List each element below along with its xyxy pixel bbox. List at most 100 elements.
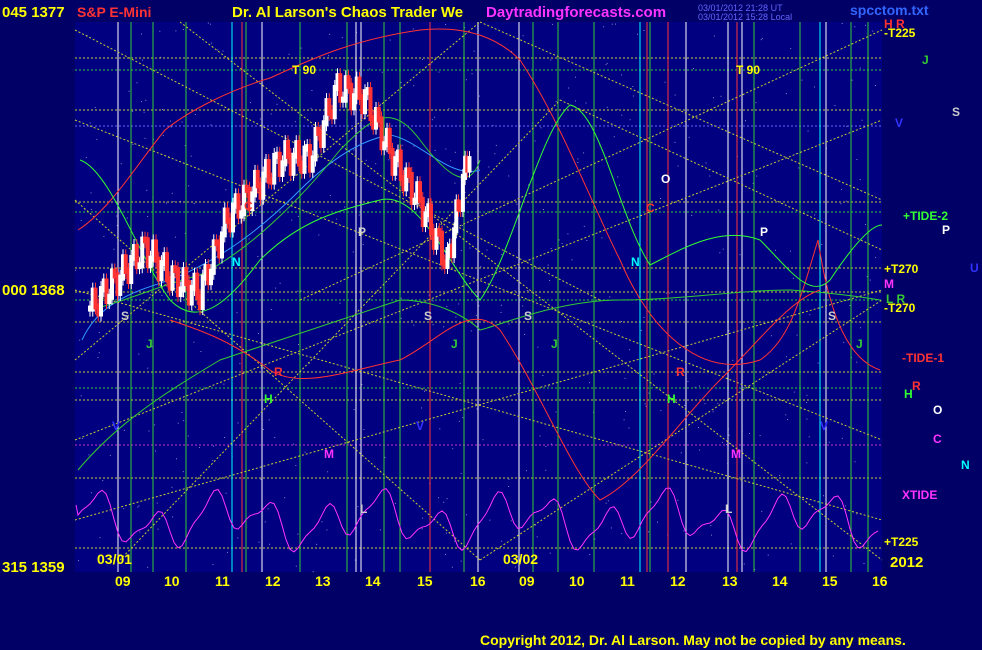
star-dot	[628, 427, 630, 429]
star-dot	[161, 295, 163, 297]
plot-label: C	[244, 199, 253, 213]
star-dot	[683, 530, 685, 532]
star-dot	[264, 521, 266, 523]
right-label: N	[961, 458, 970, 472]
star-dot	[80, 219, 82, 221]
x-tick-label: 10	[164, 573, 180, 589]
plot-label: M	[324, 447, 334, 461]
star-dot	[312, 571, 314, 573]
star-dot	[123, 429, 125, 431]
star-dot	[555, 100, 557, 102]
star-dot	[821, 243, 823, 245]
star-dot	[424, 390, 426, 392]
star-dot	[666, 292, 668, 294]
star-dot	[146, 189, 148, 191]
star-dot	[80, 395, 82, 397]
star-dot	[632, 86, 634, 88]
star-dot	[400, 317, 402, 319]
star-dot	[162, 134, 164, 136]
star-dot	[194, 114, 196, 116]
star-dot	[494, 153, 496, 155]
plot-label: R	[676, 365, 685, 379]
star-dot	[344, 206, 346, 208]
star-dot	[589, 554, 591, 556]
star-dot	[188, 185, 190, 187]
star-dot	[869, 279, 871, 281]
star-dot	[144, 137, 146, 139]
star-dot	[352, 251, 354, 253]
star-dot	[362, 244, 364, 246]
star-dot	[849, 304, 851, 306]
star-dot	[571, 259, 573, 261]
star-dot	[648, 392, 650, 394]
star-dot	[363, 428, 365, 430]
star-dot	[814, 214, 816, 216]
star-dot	[411, 319, 413, 321]
star-dot	[97, 356, 99, 358]
star-dot	[237, 537, 239, 539]
star-dot	[720, 95, 722, 97]
star-dot	[792, 277, 794, 279]
star-dot	[148, 430, 150, 432]
star-dot	[137, 506, 139, 508]
star-dot	[806, 418, 808, 420]
right-label: V	[895, 116, 903, 130]
star-dot	[501, 253, 503, 255]
star-dot	[173, 201, 175, 203]
star-dot	[718, 209, 720, 211]
plot-label: J	[856, 337, 863, 351]
star-dot	[445, 148, 447, 150]
star-dot	[478, 305, 480, 307]
star-dot	[761, 37, 763, 39]
star-dot	[854, 26, 856, 28]
star-dot	[752, 182, 754, 184]
star-dot	[369, 68, 371, 70]
star-dot	[841, 188, 843, 190]
star-dot	[874, 85, 876, 87]
star-dot	[413, 145, 415, 147]
star-dot	[558, 239, 560, 241]
star-dot	[90, 492, 92, 494]
star-dot	[226, 551, 228, 553]
plot-label: V	[416, 419, 424, 433]
star-dot	[465, 79, 467, 81]
star-dot	[469, 247, 471, 249]
star-dot	[660, 410, 662, 412]
star-dot	[268, 419, 270, 421]
star-dot	[586, 240, 588, 242]
star-dot	[462, 417, 464, 419]
star-dot	[508, 478, 510, 480]
star-dot	[207, 22, 209, 24]
star-dot	[756, 175, 758, 177]
right-label: J	[922, 53, 929, 67]
star-dot	[264, 157, 266, 159]
star-dot	[693, 67, 695, 69]
star-dot	[177, 422, 179, 424]
plot-label: C	[646, 201, 655, 215]
star-dot	[470, 330, 472, 332]
x-tick-label: 15	[822, 573, 838, 589]
star-dot	[327, 471, 329, 473]
right-label: -TIDE-1	[902, 351, 944, 365]
star-dot	[859, 67, 861, 69]
plot-label: J	[146, 337, 153, 351]
x-tick-label: 14	[772, 573, 788, 589]
star-dot	[379, 529, 381, 531]
star-dot	[267, 508, 269, 510]
plot-label: V	[112, 419, 120, 433]
star-dot	[275, 287, 277, 289]
star-dot	[381, 71, 383, 73]
right-label: H	[904, 387, 913, 401]
star-dot	[508, 323, 510, 325]
star-dot	[400, 297, 402, 299]
star-dot	[775, 249, 777, 251]
star-dot	[171, 192, 173, 194]
star-dot	[450, 160, 452, 162]
star-dot	[446, 306, 448, 308]
star-dot	[508, 175, 510, 177]
star-dot	[536, 536, 538, 538]
date-day2: 03/02	[503, 551, 538, 567]
star-dot	[844, 505, 846, 507]
star-dot	[380, 103, 382, 105]
chart-symbol: S&P E-Mini	[77, 4, 151, 20]
